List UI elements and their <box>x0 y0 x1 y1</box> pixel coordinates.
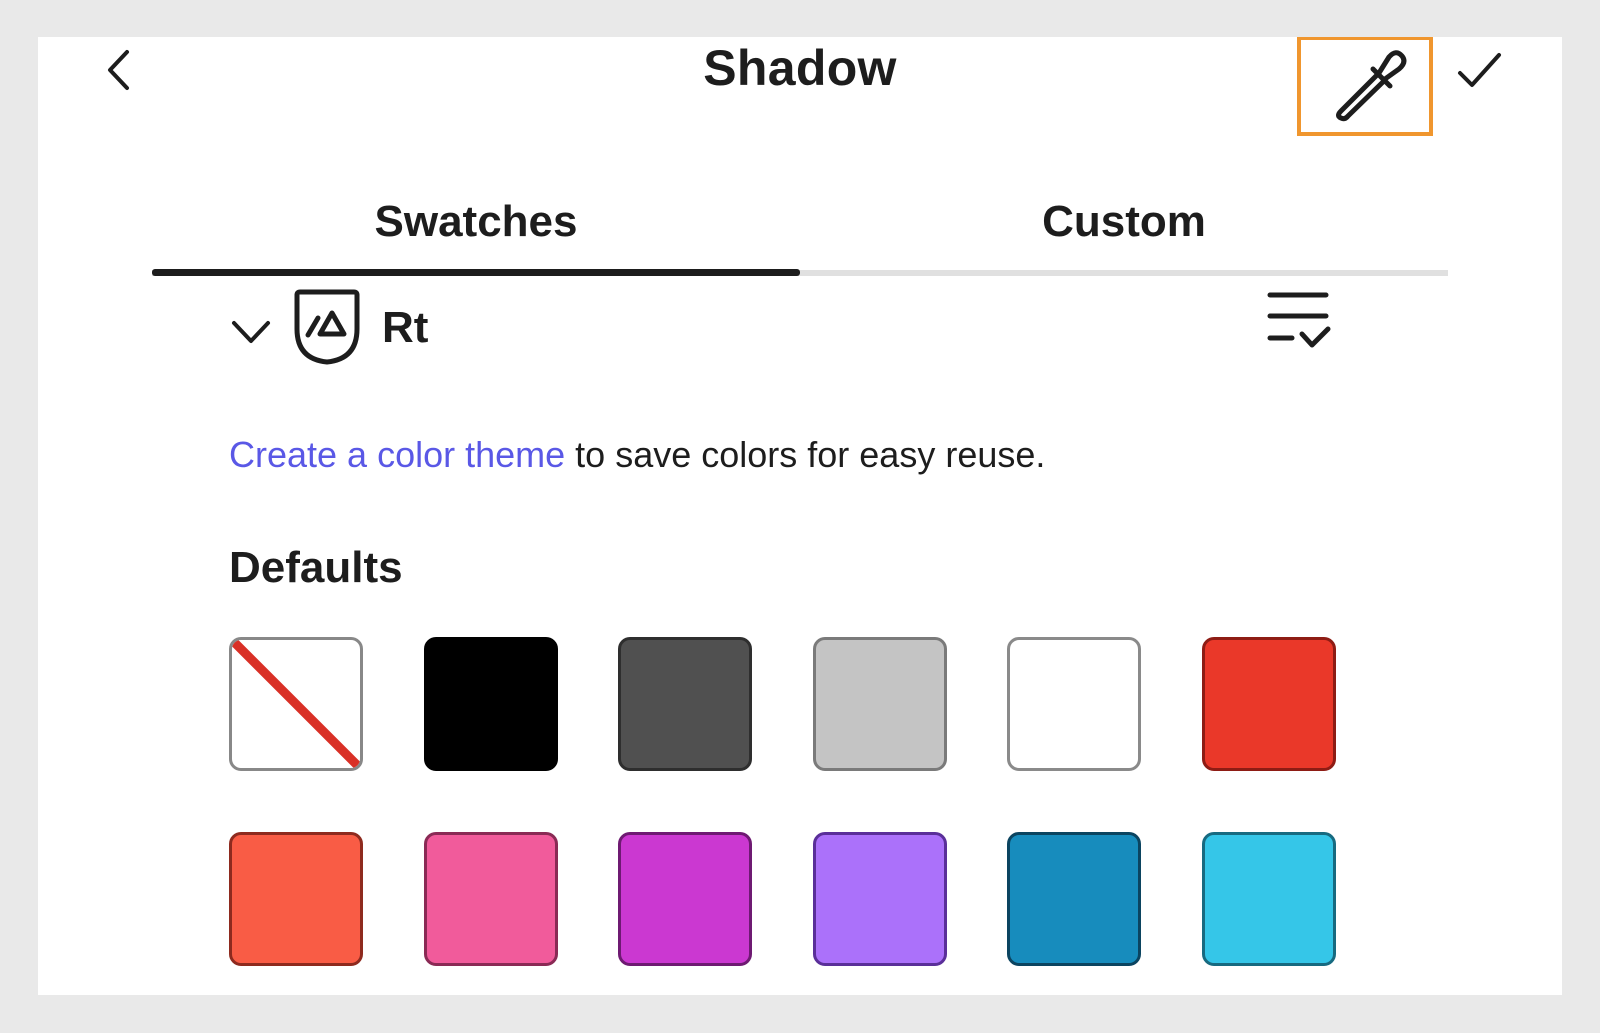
sort-list-icon <box>1267 292 1331 348</box>
swatch-cyan[interactable] <box>1201 832 1336 966</box>
chevron-down-icon <box>232 321 270 343</box>
done-button[interactable] <box>1453 43 1509 99</box>
color-theme-hint: Create a color theme to save colors for … <box>229 430 1045 480</box>
tab-custom[interactable]: Custom <box>800 192 1448 252</box>
checkmark-icon <box>1458 53 1501 87</box>
creative-cloud-library-icon <box>292 289 362 365</box>
swatch-pink[interactable] <box>423 832 558 966</box>
swatch-red[interactable] <box>1201 637 1336 771</box>
defaults-section-title: Defaults <box>229 543 403 592</box>
library-name: Rt <box>382 303 429 352</box>
swatch-blue[interactable] <box>1007 832 1141 966</box>
back-button[interactable] <box>96 45 146 95</box>
swatch-light-gray[interactable] <box>812 637 947 771</box>
eyedropper-icon <box>1336 50 1407 122</box>
swatch-magenta[interactable] <box>618 832 752 966</box>
no-color-slash-icon <box>232 640 360 768</box>
swatch-dark-gray[interactable] <box>618 637 752 771</box>
swatch-none[interactable] <box>229 637 363 771</box>
chevron-left-icon <box>108 50 129 90</box>
sort-button[interactable] <box>1266 289 1336 353</box>
swatch-orange[interactable] <box>229 832 363 966</box>
swatch-white[interactable] <box>1007 637 1141 771</box>
library-expand-button[interactable] <box>228 307 278 357</box>
create-color-theme-link[interactable]: Create a color theme <box>229 434 565 475</box>
swatch-purple[interactable] <box>812 832 947 966</box>
swatch-black[interactable] <box>423 637 558 771</box>
tab-selected-indicator <box>152 269 800 276</box>
eyedropper-button[interactable] <box>1297 37 1433 136</box>
shadow-color-panel: Shadow Swatches Custom Rt Create a color… <box>38 37 1562 995</box>
tab-swatches[interactable]: Swatches <box>152 192 800 252</box>
color-theme-hint-text: to save colors for easy reuse. <box>565 434 1046 475</box>
